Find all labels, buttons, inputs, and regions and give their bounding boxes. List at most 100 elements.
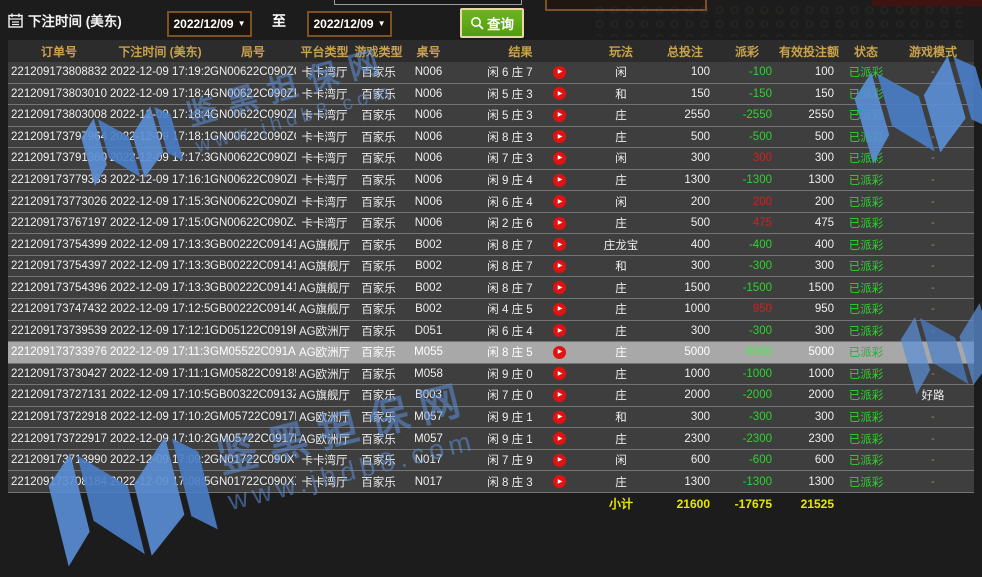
platform-type: AG旗舰厅 xyxy=(296,280,353,296)
date-to-select[interactable]: 2022/12/09 ▼ xyxy=(307,11,392,37)
video-replay-button[interactable]: ▶ xyxy=(553,260,566,273)
table-row[interactable]: 2212091737671972022-12-09 17:15:01GN0062… xyxy=(8,212,974,234)
total-bet: 500 xyxy=(654,217,716,229)
table-row[interactable]: 2212091737229182022-12-09 17:10:24GM0572… xyxy=(8,406,974,428)
valid-bet: 500 xyxy=(778,131,840,143)
video-replay-button[interactable]: ▶ xyxy=(553,389,566,402)
subtotal-row: 小计 21600 -17675 21525 xyxy=(8,492,974,515)
date-to-value: 2022/12/09 xyxy=(314,17,374,31)
result-score: 闲 9 庄 1 xyxy=(467,431,553,447)
order-number: 221209173808832 xyxy=(8,66,110,78)
table-row[interactable]: 2212091737543962022-12-09 17:13:37GB0022… xyxy=(8,276,974,298)
valid-bet: 300 xyxy=(778,325,840,337)
play-type: 和 xyxy=(588,86,654,102)
video-replay-button[interactable]: ▶ xyxy=(553,432,566,445)
round-number: GM05722C0917M xyxy=(210,411,296,423)
video-replay-button[interactable]: ▶ xyxy=(553,217,566,230)
table-row[interactable]: 2212091737543992022-12-09 17:13:37GB0022… xyxy=(8,233,974,255)
platform-type: 卡卡湾厅 xyxy=(296,194,353,210)
video-replay-button[interactable]: ▶ xyxy=(553,303,566,316)
table-row[interactable]: 2212091737139902022-12-09 17:09:26GN0172… xyxy=(8,449,974,471)
column-header-7: 玩法 xyxy=(588,43,654,60)
payout: -1000 xyxy=(716,368,778,380)
game-mode: - xyxy=(892,433,974,445)
table-row[interactable]: 2212091737395392022-12-09 17:12:10GD0512… xyxy=(8,320,974,342)
subtotal-valid-bet: 21525 xyxy=(778,497,840,511)
date-from-select[interactable]: 2022/12/09 ▼ xyxy=(167,11,252,37)
bet-time: 2022-12-09 17:13:37 xyxy=(110,282,210,294)
video-replay-button[interactable]: ▶ xyxy=(553,281,566,294)
order-number: 221209173730427 xyxy=(8,368,110,380)
table-number: N006 xyxy=(404,217,453,229)
order-number: 221209173747432 xyxy=(8,303,110,315)
payout: -1300 xyxy=(716,174,778,186)
video-replay-button[interactable]: ▶ xyxy=(553,87,566,100)
game-mode: - xyxy=(892,66,974,78)
play-type: 闲 xyxy=(588,64,654,80)
result-cell: 闲 6 庄 7▶ xyxy=(453,64,588,80)
table-row[interactable]: 2212091737339762022-12-09 17:11:37GM0552… xyxy=(8,341,974,363)
table-row[interactable]: 2212091737474322022-12-09 17:12:56GB0022… xyxy=(8,298,974,320)
video-replay-button[interactable]: ▶ xyxy=(553,475,566,488)
result-cell: 闲 7 庄 3▶ xyxy=(453,150,588,166)
table-row[interactable]: 2212091737913602022-12-09 17:17:33GN0062… xyxy=(8,147,974,169)
bet-time: 2022-12-09 17:10:52 xyxy=(110,389,210,401)
status-badge: 已派彩 xyxy=(840,86,892,102)
bet-time: 2022-12-09 17:15:39 xyxy=(110,196,210,208)
play-type: 庄 xyxy=(588,344,654,360)
video-replay-button[interactable]: ▶ xyxy=(553,367,566,380)
status-badge: 已派彩 xyxy=(840,107,892,123)
table-number: D051 xyxy=(404,325,453,337)
table-row[interactable]: 2212091737793832022-12-09 17:16:16GN0062… xyxy=(8,169,974,191)
column-header-5: 桌号 xyxy=(404,43,453,60)
video-replay-button[interactable]: ▶ xyxy=(553,195,566,208)
table-row[interactable]: 2212091737229172022-12-09 17:10:24GM0572… xyxy=(8,427,974,449)
order-number: 221209173791360 xyxy=(8,152,110,164)
table-row[interactable]: 2212091737979642022-12-09 17:18:14GN0062… xyxy=(8,126,974,148)
valid-bet: 950 xyxy=(778,303,840,315)
date-range-to-label: 至 xyxy=(272,11,286,31)
column-header-4: 游戏类型 xyxy=(353,43,404,60)
table-number: N006 xyxy=(404,174,453,186)
table-row[interactable]: 2212091738088322022-12-09 17:19:26GN0062… xyxy=(8,62,974,83)
video-replay-button[interactable]: ▶ xyxy=(553,411,566,424)
bet-time: 2022-12-09 17:16:16 xyxy=(110,174,210,186)
round-number: GN00622C090ZK xyxy=(210,196,296,208)
table-row[interactable]: 2212091738030102022-12-09 17:18:46GN0062… xyxy=(8,83,974,105)
video-replay-button[interactable]: ▶ xyxy=(553,454,566,467)
game-mode: - xyxy=(892,88,974,100)
game-type: 百家乐 xyxy=(353,387,404,403)
column-header-6: 结果 xyxy=(453,43,588,60)
table-row[interactable]: 2212091738030082022-12-09 17:18:46GN0062… xyxy=(8,104,974,126)
video-replay-button[interactable]: ▶ xyxy=(553,346,566,359)
table-row[interactable]: 2212091737081842022-12-09 17:08:51GN0172… xyxy=(8,470,974,492)
table-row[interactable]: 2212091737730262022-12-09 17:15:39GN0062… xyxy=(8,190,974,212)
valid-bet: 1300 xyxy=(778,476,840,488)
table-row[interactable]: 2212091737543972022-12-09 17:13:37GB0022… xyxy=(8,255,974,277)
video-replay-button[interactable]: ▶ xyxy=(553,66,566,79)
result-score: 闲 9 庄 4 xyxy=(467,172,553,188)
query-button[interactable]: 查询 xyxy=(460,8,524,38)
video-replay-button[interactable]: ▶ xyxy=(553,324,566,337)
video-replay-button[interactable]: ▶ xyxy=(553,130,566,143)
video-replay-button[interactable]: ▶ xyxy=(553,109,566,122)
order-number: 221209173733976 xyxy=(8,346,110,358)
total-bet: 300 xyxy=(654,260,716,272)
column-header-9: 派彩 xyxy=(716,43,778,60)
table-row[interactable]: 2212091737304272022-12-09 17:11:13GM0582… xyxy=(8,363,974,385)
column-header-3: 平台类型 xyxy=(296,43,353,60)
platform-type: 卡卡湾厅 xyxy=(296,64,353,80)
order-number: 221209173803010 xyxy=(8,88,110,100)
result-cell: 闲 5 庄 3▶ xyxy=(453,86,588,102)
round-number: GM05722C0917M xyxy=(210,433,296,445)
subtotal-label: 小计 xyxy=(588,495,654,512)
result-score: 闲 5 庄 3 xyxy=(467,107,553,123)
status-badge: 已派彩 xyxy=(840,409,892,425)
table-row[interactable]: 2212091737271312022-12-09 17:10:52GB0032… xyxy=(8,384,974,406)
video-replay-button[interactable]: ▶ xyxy=(553,174,566,187)
video-replay-button[interactable]: ▶ xyxy=(553,152,566,165)
video-replay-button[interactable]: ▶ xyxy=(553,238,566,251)
play-icon: ▶ xyxy=(558,134,563,140)
valid-bet: 100 xyxy=(778,66,840,78)
round-number: GN00622C090ZP xyxy=(210,109,296,121)
